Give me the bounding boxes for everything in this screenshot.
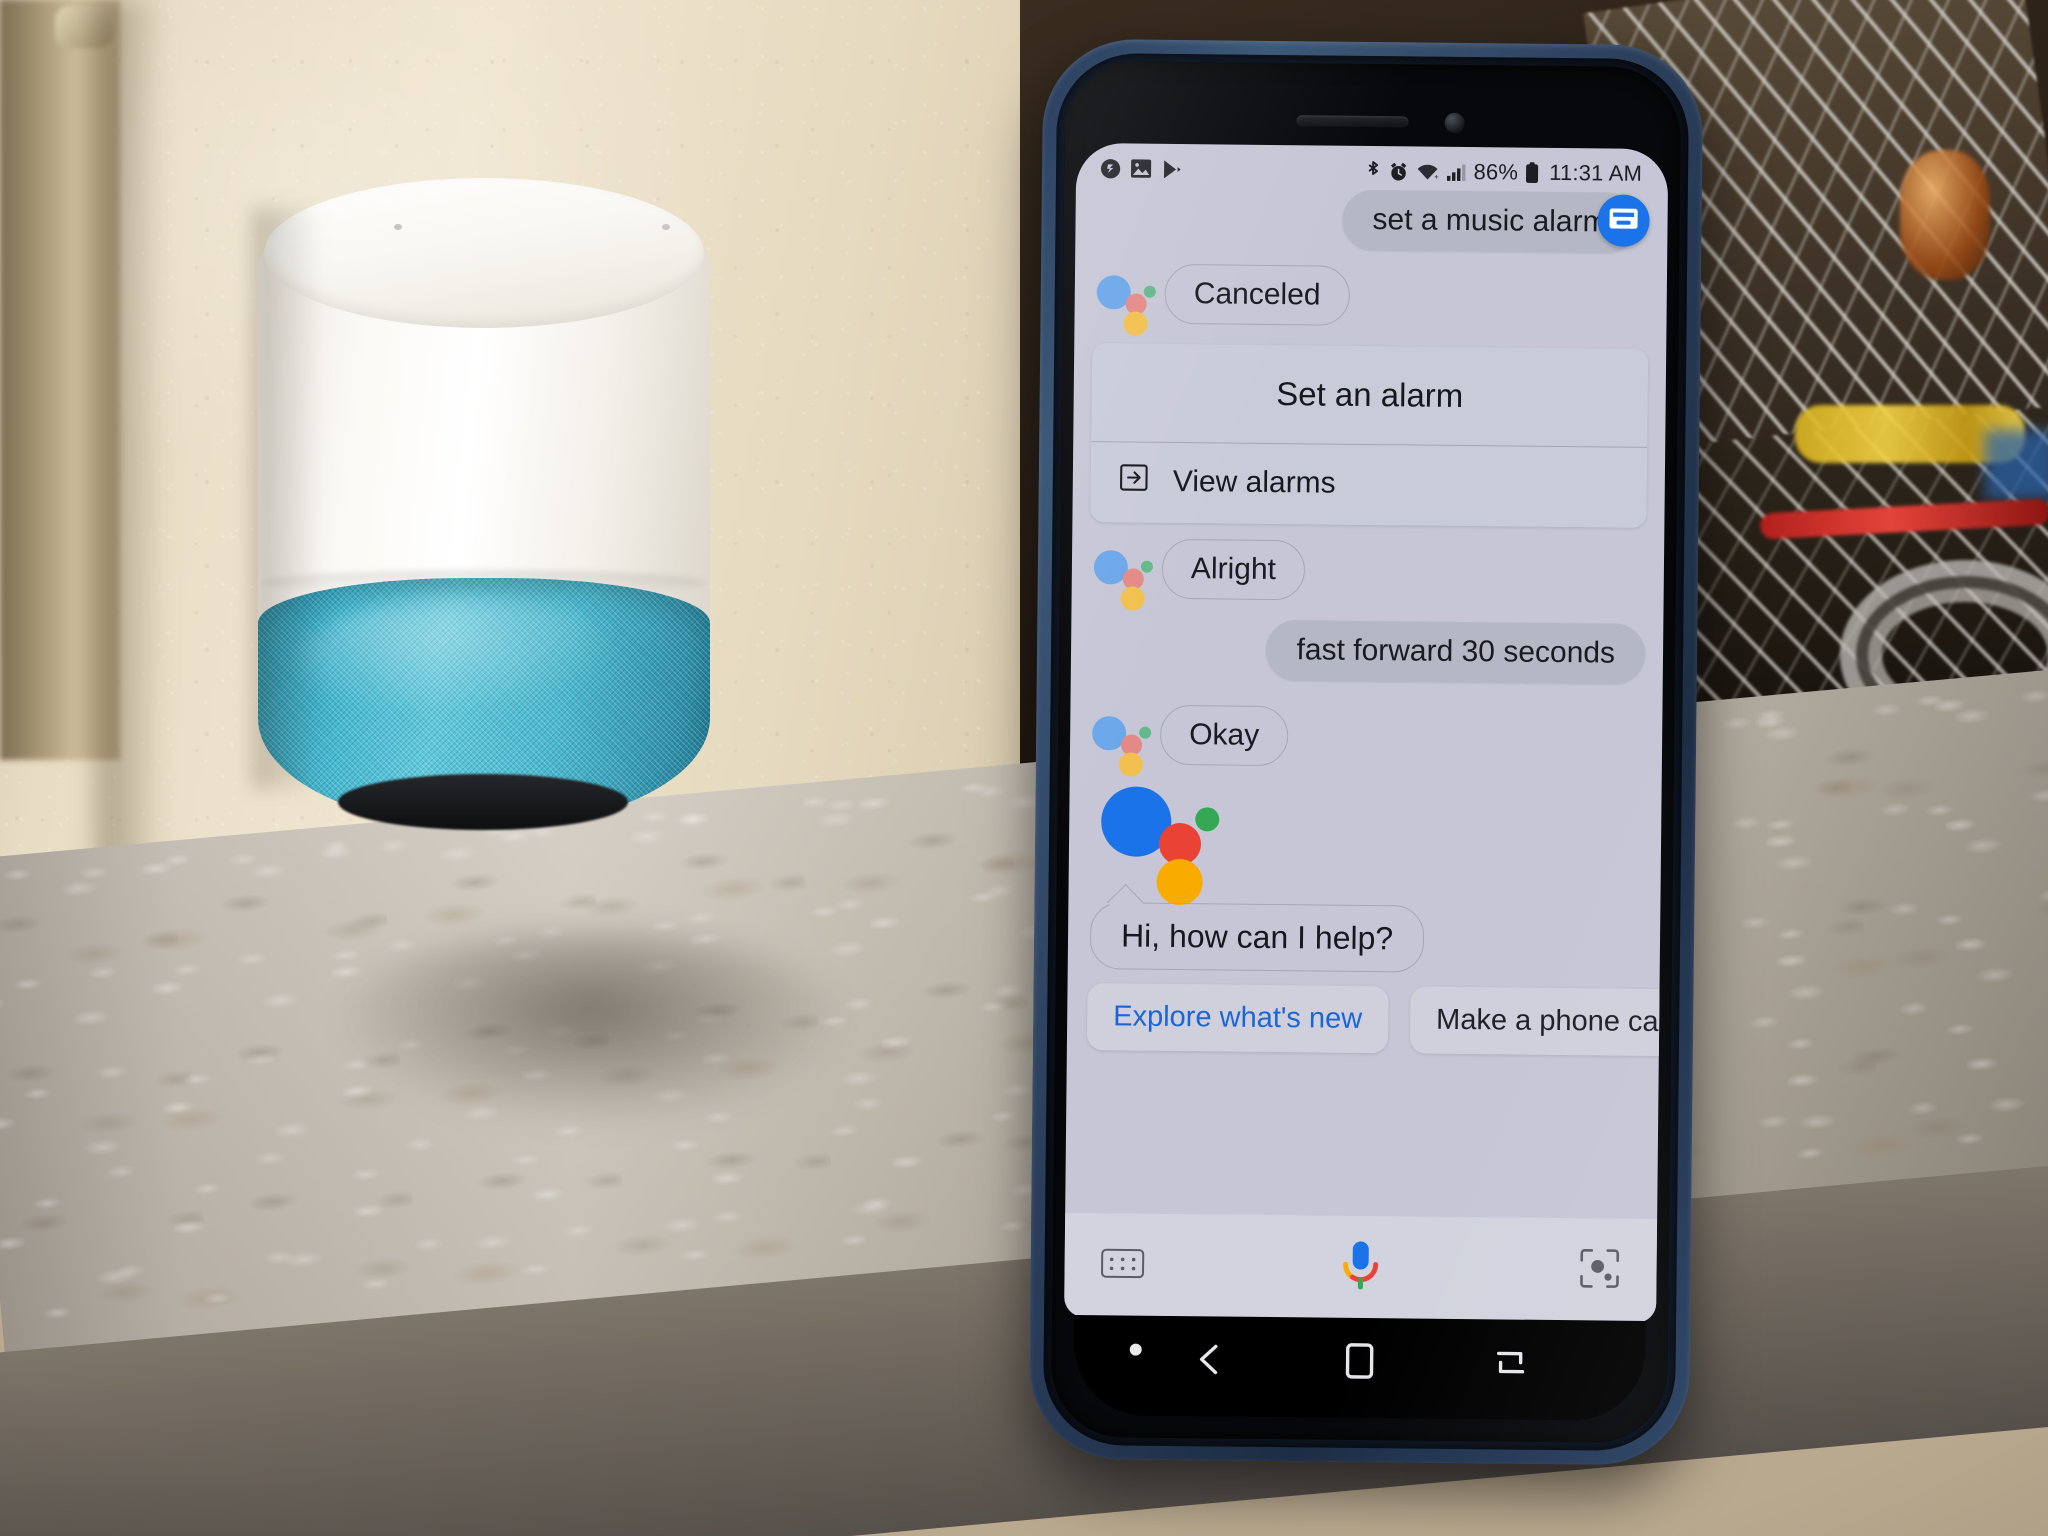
keyboard-icon [1100, 1248, 1145, 1283]
android-navigation-bar [1073, 1314, 1647, 1421]
front-camera [1444, 112, 1465, 133]
conversation-row-user-2: fast forward 30 seconds [1089, 618, 1646, 684]
alarm-icon [1388, 161, 1409, 182]
assistant-conversation: set a music alarm Canceled Set an alarm … [1065, 187, 1669, 1219]
assistant-message-bubble: Alright [1161, 538, 1306, 601]
earpiece-speaker [1296, 115, 1409, 128]
user-message-bubble: set a music alarm [1342, 189, 1638, 253]
status-bar-left-icons [1100, 158, 1181, 180]
assistant-dot-yellow [1123, 311, 1148, 336]
conversation-row-assistant-1: Canceled [1092, 263, 1649, 336]
speaker-base-ring [338, 774, 628, 830]
conversation-row-assistant-3: Okay [1088, 704, 1645, 777]
conversation-row-user-1: set a music alarm [1093, 187, 1650, 253]
svg-text:+: + [1435, 172, 1440, 181]
speaker-seam [262, 570, 706, 596]
speaker-shadow [330, 930, 850, 1130]
recents-button[interactable] [1488, 1339, 1534, 1385]
assistant-dots-icon [1093, 546, 1157, 611]
bluetooth-icon [1365, 160, 1381, 182]
phone-bezel: + 86% 11:31 AM set a music alarm Cancele… [1050, 60, 1682, 1444]
home-button[interactable] [1338, 1338, 1380, 1384]
assistant-dots-icon [1092, 712, 1155, 777]
photo-scene: + 86% 11:31 AM set a music alarm Cancele… [0, 0, 2048, 1536]
screenshot-image-icon [1130, 158, 1152, 178]
back-button[interactable] [1185, 1336, 1231, 1382]
assistant-message-bubble: Okay [1159, 704, 1289, 767]
assistant-logo-large [1100, 780, 1233, 906]
lens-button[interactable] [1578, 1247, 1620, 1294]
battery-percent: 86% [1473, 159, 1519, 185]
suggestion-chips: Explore what's new Make a phone call [1085, 969, 1669, 1057]
keyboard-button[interactable] [1100, 1247, 1145, 1284]
assistant-notification-icon [1100, 158, 1121, 179]
status-bar-clock: 11:31 AM [1549, 159, 1643, 186]
assistant-dot-green [1140, 560, 1153, 573]
assistant-dot-yellow [1120, 586, 1145, 611]
view-alarms-action[interactable]: View alarms [1090, 442, 1647, 528]
nav-indicator-dot [1129, 1343, 1142, 1356]
chip-explore-whats-new[interactable]: Explore what's new [1086, 983, 1389, 1054]
google-mic-icon [1337, 1241, 1383, 1297]
assistant-dots-icon [1096, 271, 1159, 336]
conversation-row-assistant-2: Alright [1090, 538, 1647, 611]
google-home-speaker[interactable] [252, 178, 710, 838]
greeting-bubble: Hi, how can I help? [1089, 902, 1425, 973]
assistant-dot-green [1143, 285, 1156, 298]
wifi-icon: + [1416, 162, 1440, 181]
signal-icon [1446, 162, 1467, 181]
assistant-logo-dot-yellow [1156, 858, 1203, 906]
status-bar: + 86% 11:31 AM [1076, 143, 1668, 193]
wall-shadow [96, 0, 166, 900]
speaker-top-dot-left [394, 224, 402, 230]
keyboard-icon [1608, 207, 1638, 234]
keyboard-input-avatar[interactable] [1597, 194, 1650, 247]
user-message-bubble: fast forward 30 seconds [1266, 619, 1646, 684]
mic-button[interactable] [1337, 1237, 1384, 1298]
blue-item [1985, 430, 2048, 500]
speaker-rim-shadow [252, 208, 322, 788]
assistant-action-bar [1064, 1212, 1658, 1324]
chip-make-a-phone-call[interactable]: Make a phone call [1409, 986, 1669, 1057]
assistant-greeting: Hi, how can I help? [1089, 884, 1643, 975]
card-title: Set an alarm [1276, 375, 1464, 414]
smartphone[interactable]: + 86% 11:31 AM set a music alarm Cancele… [1028, 38, 1704, 1466]
open-in-new-icon [1119, 462, 1149, 500]
assistant-dot-green [1139, 726, 1152, 739]
phone-screen[interactable]: + 86% 11:31 AM set a music alarm Cancele… [1064, 142, 1669, 1324]
speaker-touch-top[interactable] [264, 178, 704, 328]
status-bar-right-icons: + 86% 11:31 AM [1365, 158, 1642, 187]
battery-icon [1525, 162, 1539, 184]
assistant-message-bubble: Canceled [1164, 263, 1350, 326]
view-alarms-label: View alarms [1172, 464, 1336, 500]
set-alarm-card[interactable]: Set an alarm View alarms [1090, 343, 1649, 528]
google-lens-icon [1578, 1248, 1620, 1293]
amber-bottle [1900, 150, 1990, 280]
assistant-logo-dot-green [1195, 807, 1220, 832]
play-store-icon [1161, 158, 1181, 179]
assistant-dot-yellow [1118, 752, 1143, 777]
speaker-mesh-sheen [298, 598, 628, 718]
speaker-top-dot-right [662, 224, 670, 230]
